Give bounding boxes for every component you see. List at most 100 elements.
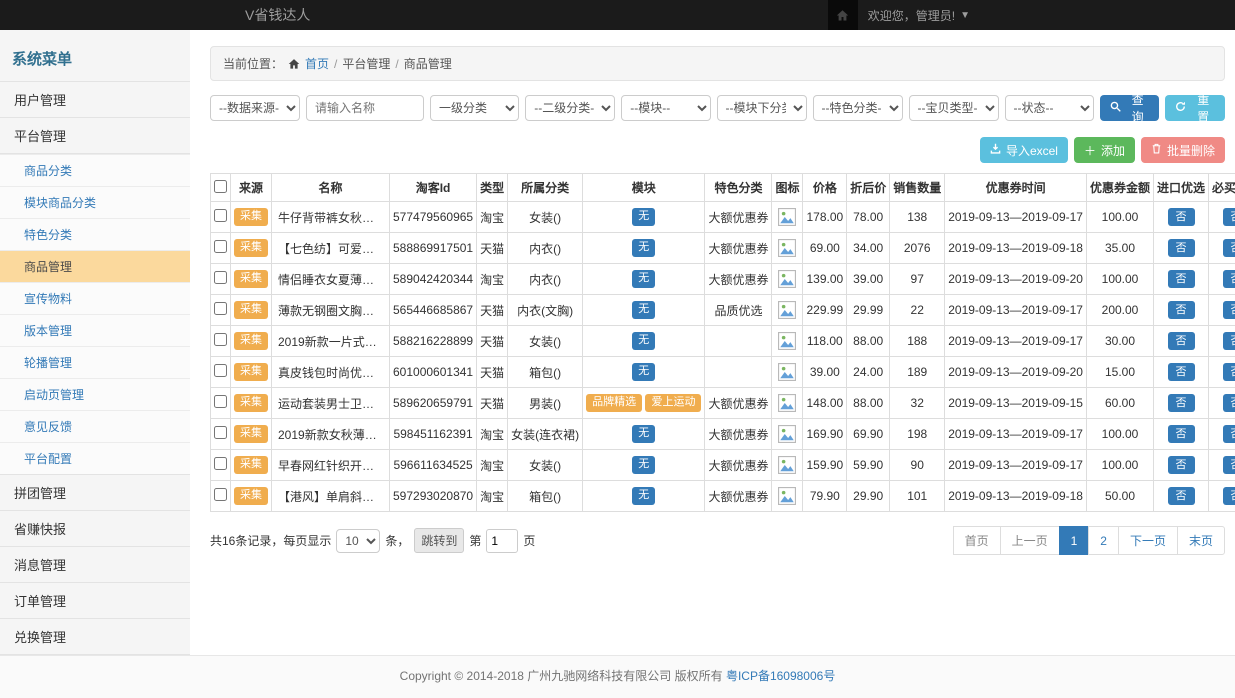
filter-select[interactable]: --模块下分类--: [717, 95, 807, 121]
product-type: 淘宝: [477, 450, 508, 481]
user-menu[interactable]: 欢迎您，管理员! ▼: [858, 7, 980, 24]
add-button[interactable]: ＋ 添加: [1074, 137, 1135, 163]
page-button[interactable]: 1: [1059, 526, 1090, 555]
filter-select[interactable]: --特色分类--: [813, 95, 903, 121]
sidebar-group-item[interactable]: 消息管理: [0, 546, 190, 582]
must-buy-toggle[interactable]: 否: [1223, 456, 1235, 474]
table-body: 采集 牛仔背带裤女秋装减龄... 577479560965 淘宝 女装() 无 …: [211, 202, 1235, 512]
select-all-checkbox[interactable]: [214, 180, 227, 193]
source-badge: 采集: [234, 425, 268, 442]
per-page-select[interactable]: 10: [336, 529, 380, 553]
row-checkbox[interactable]: [214, 333, 227, 346]
sidebar-group-item[interactable]: 兑换管理: [0, 618, 190, 655]
icp-link[interactable]: 粤ICP备16098006号: [726, 669, 835, 683]
jump-button[interactable]: 跳转到: [414, 528, 464, 553]
taoke-id: 601000601341: [390, 357, 477, 388]
must-buy-toggle[interactable]: 否: [1223, 208, 1235, 226]
sidebar: 系统菜单 用户管理 平台管理 商品分类 模块商品分类 特色分类 商品管理: [0, 30, 190, 655]
sidebar-sub-item[interactable]: 宣传物料: [0, 282, 190, 314]
sales-count: 138: [890, 202, 945, 233]
col-price: 价格: [803, 174, 847, 202]
feature-category: 大额优惠券: [705, 202, 772, 233]
col-module: 模块: [583, 174, 705, 202]
row-checkbox[interactable]: [214, 364, 227, 377]
module-cell: 无: [583, 233, 705, 264]
sidebar-sub-item[interactable]: 版本管理: [0, 314, 190, 346]
table-row: 采集 早春网红针织开衫女春... 596611634525 淘宝 女装() 无 …: [211, 450, 1235, 481]
main-content: 当前位置： 首页 / 平台管理 / 商品管理 --数据来源--: [190, 30, 1235, 655]
sidebar-group-item[interactable]: 省赚快报: [0, 510, 190, 546]
import-select-toggle[interactable]: 否: [1168, 363, 1195, 381]
home-button[interactable]: [828, 0, 858, 30]
sidebar-group-item[interactable]: 用户管理: [0, 81, 190, 117]
product-type: 淘宝: [477, 481, 508, 512]
table-row: 采集 情侣睡衣女夏薄款男士... 589042420344 淘宝 内衣() 无 …: [211, 264, 1235, 295]
sales-count: 97: [890, 264, 945, 295]
col-import-select: 进口优选: [1154, 174, 1209, 202]
must-buy-toggle[interactable]: 否: [1223, 487, 1235, 505]
product-category: 女装(): [508, 450, 583, 481]
page-button[interactable]: 下一页: [1118, 526, 1178, 555]
sidebar-group-item[interactable]: 拼团管理: [0, 474, 190, 510]
sidebar-sub-item[interactable]: 特色分类: [0, 218, 190, 250]
must-buy-toggle[interactable]: 否: [1223, 394, 1235, 412]
row-checkbox[interactable]: [214, 457, 227, 470]
sidebar-sub-item[interactable]: 模块商品分类: [0, 186, 190, 218]
batch-delete-button[interactable]: 批量删除: [1141, 137, 1225, 163]
sidebar-sub-item[interactable]: 启动页管理: [0, 378, 190, 410]
filter-select[interactable]: --模块--: [621, 95, 710, 121]
must-buy-toggle[interactable]: 否: [1223, 425, 1235, 443]
must-buy-toggle[interactable]: 否: [1223, 270, 1235, 288]
row-checkbox[interactable]: [214, 488, 227, 501]
row-checkbox[interactable]: [214, 426, 227, 439]
must-buy-toggle[interactable]: 否: [1223, 363, 1235, 381]
reset-button[interactable]: 重置: [1165, 95, 1225, 121]
page-button[interactable]: 末页: [1177, 526, 1225, 555]
breadcrumb-home-link[interactable]: 首页: [305, 55, 329, 72]
sidebar-sub-item[interactable]: 轮播管理: [0, 346, 190, 378]
filter-select[interactable]: --状态--: [1005, 95, 1094, 121]
import-select-toggle[interactable]: 否: [1168, 301, 1195, 319]
row-checkbox[interactable]: [214, 302, 227, 315]
import-select-toggle[interactable]: 否: [1168, 270, 1195, 288]
must-buy-toggle[interactable]: 否: [1223, 332, 1235, 350]
page-button[interactable]: 首页: [953, 526, 1001, 555]
import-select-toggle[interactable]: 否: [1168, 332, 1195, 350]
name-search-input[interactable]: [306, 95, 424, 121]
row-checkbox[interactable]: [214, 271, 227, 284]
sidebar-sub-item[interactable]: 商品分类: [0, 154, 190, 186]
must-buy-toggle[interactable]: 否: [1223, 239, 1235, 257]
search-button[interactable]: 查询: [1100, 95, 1160, 121]
col-name: 名称: [272, 174, 390, 202]
sidebar-sub-item[interactable]: 意见反馈: [0, 410, 190, 442]
must-buy-toggle[interactable]: 否: [1223, 301, 1235, 319]
data-source-select[interactable]: --数据来源--: [210, 95, 300, 121]
import-select-toggle[interactable]: 否: [1168, 456, 1195, 474]
feature-category: 大额优惠券: [705, 481, 772, 512]
row-checkbox[interactable]: [214, 209, 227, 222]
import-select-toggle[interactable]: 否: [1168, 394, 1195, 412]
discount-price: 88.00: [847, 388, 890, 419]
sidebar-heading: 系统菜单: [0, 30, 190, 81]
page-button[interactable]: 上一页: [1000, 526, 1060, 555]
import-select-toggle[interactable]: 否: [1168, 425, 1195, 443]
import-select-toggle[interactable]: 否: [1168, 239, 1195, 257]
icon-cell: [772, 481, 803, 512]
page-button[interactable]: 2: [1088, 526, 1119, 555]
price: 79.90: [803, 481, 847, 512]
import-excel-button[interactable]: 导入excel: [980, 137, 1068, 163]
filter-select[interactable]: --二级分类--: [525, 95, 615, 121]
page-number-input[interactable]: [486, 529, 518, 553]
import-select-toggle[interactable]: 否: [1168, 208, 1195, 226]
filter-select[interactable]: 一级分类: [430, 95, 519, 121]
row-checkbox[interactable]: [214, 240, 227, 253]
sidebar-group-item[interactable]: 订单管理: [0, 582, 190, 618]
row-checkbox[interactable]: [214, 395, 227, 408]
sidebar-sub-item[interactable]: 平台配置: [0, 442, 190, 474]
feature-category: 大额优惠券: [705, 264, 772, 295]
filter-select[interactable]: --宝贝类型--: [909, 95, 999, 121]
import-select-toggle[interactable]: 否: [1168, 487, 1195, 505]
sidebar-group-item[interactable]: 平台管理: [0, 117, 190, 154]
module-cell: 无: [583, 419, 705, 450]
sidebar-sub-item[interactable]: 商品管理: [0, 250, 190, 282]
